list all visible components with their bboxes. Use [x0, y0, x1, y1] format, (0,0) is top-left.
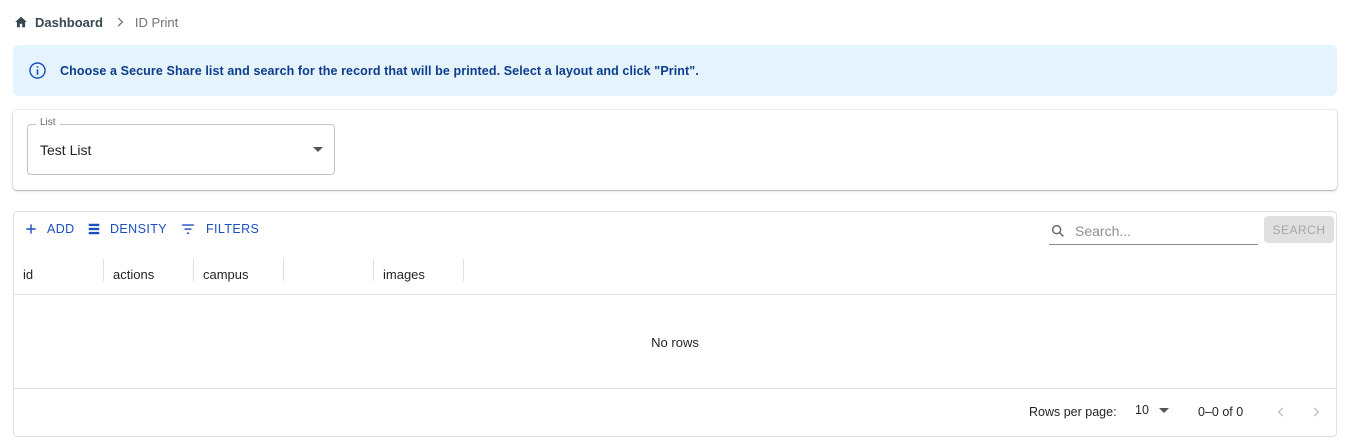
rows-per-page-value: 10: [1135, 403, 1149, 417]
density-button[interactable]: DENSITY: [87, 222, 167, 236]
list-select-label: List: [36, 117, 60, 128]
pagination-range: 0–0 of 0: [1198, 405, 1244, 419]
search-button[interactable]: SEARCH: [1264, 216, 1334, 243]
rows-per-page-select[interactable]: 10: [1135, 403, 1169, 417]
breadcrumb-current: ID Print: [134, 14, 179, 30]
column-header-campus[interactable]: campus: [194, 254, 284, 294]
dropdown-arrow-icon: [313, 147, 323, 152]
dropdown-arrow-icon: [1158, 407, 1169, 413]
list-select[interactable]: List Test List: [27, 117, 335, 175]
grid-toolbar: ADD DENSITY FILTERS Search... SEARCH: [14, 212, 1336, 248]
filters-button[interactable]: FILTERS: [179, 222, 259, 236]
chevron-right-icon[interactable]: [1309, 405, 1323, 419]
search-input[interactable]: [1075, 223, 1245, 239]
column-header-id[interactable]: id: [14, 254, 104, 294]
search-field: [1049, 218, 1258, 245]
no-rows-message: No rows: [651, 334, 699, 350]
list-select-value: Test List: [40, 142, 92, 158]
chevron-right-icon: [113, 15, 127, 29]
data-grid: ADD DENSITY FILTERS Search... SEARCH id …: [13, 211, 1337, 437]
density-button-label: DENSITY: [110, 222, 167, 236]
add-button[interactable]: ADD: [24, 222, 75, 236]
breadcrumb: Dashboard ID Print: [14, 13, 178, 31]
filter-icon: [179, 222, 197, 236]
filters-button-label: FILTERS: [206, 222, 260, 236]
alert-message: Choose a Secure Share list and search fo…: [60, 63, 699, 78]
rows-per-page-label: Rows per page:: [1029, 405, 1117, 419]
breadcrumb-dashboard-link[interactable]: Dashboard: [35, 15, 103, 30]
grid-pagination: Rows per page: 10 0–0 of 0: [14, 390, 1336, 436]
home-icon[interactable]: [14, 15, 28, 29]
search-icon: [1050, 223, 1066, 239]
grid-body: No rows: [14, 296, 1336, 389]
info-icon: [28, 61, 47, 80]
info-alert: Choose a Secure Share list and search fo…: [13, 45, 1337, 96]
column-header-images[interactable]: images: [374, 254, 464, 294]
add-button-label: ADD: [47, 222, 75, 236]
plus-icon: [24, 222, 38, 236]
list-selection-card: List Test List: [13, 110, 1337, 190]
column-header-unnamed[interactable]: [284, 254, 374, 294]
column-header-actions[interactable]: actions: [104, 254, 194, 294]
grid-header: id actions campus images: [14, 254, 1336, 295]
density-icon: [87, 222, 101, 236]
chevron-left-icon[interactable]: [1274, 405, 1288, 419]
